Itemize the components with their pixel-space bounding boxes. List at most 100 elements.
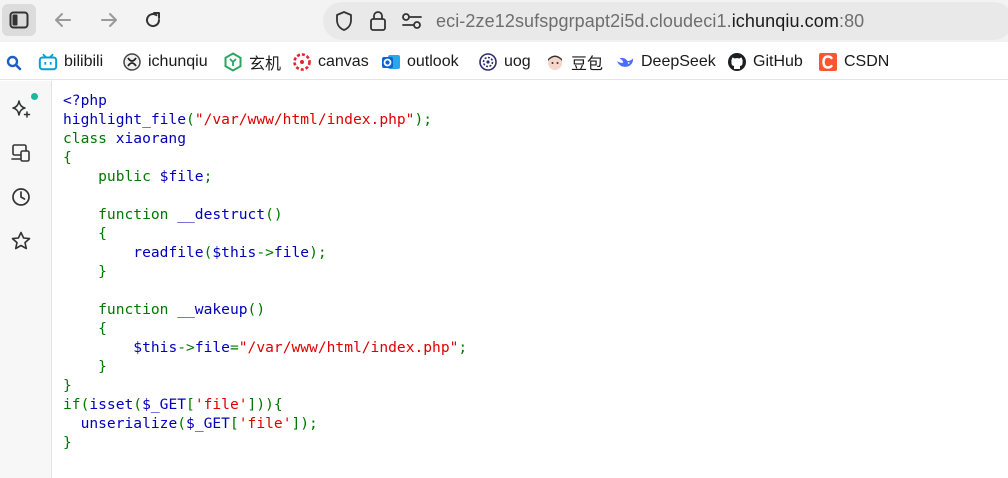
code-token: ( (177, 415, 187, 432)
code-token: "/var/www/html/index.php" (194, 111, 415, 128)
code-line: { (63, 319, 467, 338)
code-token: } (63, 377, 72, 394)
bookmark-ichunqiu[interactable]: ichunqiu (122, 50, 208, 74)
bookmark-label: CSDN (844, 53, 890, 70)
code-line: class xiaorang (63, 129, 467, 148)
php-source-code: <?php highlight_file("/var/www/html/index… (63, 91, 467, 452)
code-line: { (63, 148, 467, 167)
bookmark-label: 豆包 (571, 56, 604, 73)
code-token: } (63, 434, 72, 451)
search-icon[interactable] (5, 54, 23, 72)
code-token: $_GET (186, 415, 230, 432)
code-token: class (63, 130, 116, 147)
url-prefix: eci-2ze12sufspgrpapt2i5d.cloudeci1. (436, 11, 732, 31)
bookmark-github[interactable]: GitHub (727, 50, 803, 74)
synced-tabs-button[interactable] (7, 139, 35, 167)
bookmark-bilibili[interactable]: bilibili (38, 50, 103, 74)
code-line: } (63, 357, 467, 376)
devices-icon (11, 144, 30, 162)
tracking-protection-button[interactable] (332, 9, 356, 33)
bookmark-uog[interactable]: uog (478, 50, 531, 74)
code-token: () (247, 301, 266, 318)
site-permissions-button[interactable] (400, 9, 424, 33)
code-token: $this (133, 339, 178, 356)
code-line: unserialize($_GET['file']); (63, 414, 467, 433)
reload-icon (146, 12, 161, 28)
code-token: <?php (63, 92, 107, 109)
bookmark-label: DeepSeek (641, 53, 716, 70)
bookmark-csdn[interactable]: CSDN (818, 50, 889, 74)
bookmarks-panel-button[interactable] (7, 227, 35, 255)
bookmark-outlook[interactable]: outlook (381, 50, 459, 74)
outlook-icon (381, 52, 401, 72)
site-info-button[interactable] (366, 9, 390, 33)
canvas-icon (292, 52, 312, 72)
notification-dot (31, 93, 38, 100)
code-token: "/var/www/html/index.php" (238, 339, 459, 356)
code-line: $this->file="/var/www/html/index.php"; (63, 338, 467, 357)
code-token: ])){ (247, 396, 283, 413)
code-line: } (63, 262, 467, 281)
code-line: function __wakeup() (63, 300, 467, 319)
reload-button[interactable] (136, 4, 170, 36)
url-port: :80 (838, 11, 865, 31)
bookmarks-bar: bilibili ichunqiu 玄机 canvas outlook uog … (0, 44, 1008, 80)
code-token: -> (177, 339, 195, 356)
side-panel (0, 81, 52, 478)
bookmark-xuanji[interactable]: 玄机 (223, 50, 281, 74)
code-line: } (63, 433, 467, 452)
code-token: [ (229, 415, 239, 432)
code-token: file (194, 339, 230, 356)
code-token: [ (186, 396, 195, 413)
code-token: unserialize (80, 415, 178, 432)
code-token: 'file' (194, 396, 248, 413)
sidebar-toggle-button[interactable] (2, 4, 36, 36)
code-token: $file (159, 168, 204, 185)
code-token: -> (256, 244, 274, 261)
history-button[interactable] (7, 183, 35, 211)
code-token: } (63, 358, 107, 375)
code-token: 'file' (238, 415, 292, 432)
ichunqiu-icon (122, 52, 142, 72)
ai-assistant-button[interactable] (7, 95, 35, 123)
code-token: highlight_file (63, 111, 187, 128)
code-token: function (63, 206, 178, 223)
code-token: file (273, 244, 310, 261)
bookmark-label: GitHub (753, 53, 803, 70)
code-token: public (63, 168, 160, 185)
code-token: () (265, 206, 283, 223)
bookmark-deepseek[interactable]: DeepSeek (615, 50, 716, 74)
address-bar[interactable]: eci-2ze12sufspgrpapt2i5d.cloudeci1.ichun… (323, 2, 1008, 40)
code-token: ( (186, 111, 195, 128)
bookmark-canvas[interactable]: canvas (292, 50, 369, 74)
code-token: xiaorang (115, 130, 187, 147)
bookmark-label: 玄机 (249, 56, 282, 73)
sidebar-icon (9, 11, 29, 29)
shield-icon (336, 11, 352, 31)
bookmark-doubao[interactable]: 豆包 (545, 50, 603, 74)
doubao-icon (545, 52, 565, 72)
forward-button[interactable] (92, 4, 126, 36)
code-token: $_GET (142, 396, 187, 413)
browser-toolbar: eci-2ze12sufspgrpapt2i5d.cloudeci1.ichun… (0, 0, 1008, 42)
code-token: __wakeup (177, 301, 248, 318)
bookmark-label: outlook (407, 53, 459, 70)
code-line: } (63, 376, 467, 395)
code-line: <?php (63, 91, 467, 110)
url-text[interactable]: eci-2ze12sufspgrpapt2i5d.cloudeci1.ichun… (436, 11, 864, 32)
bookmark-label: ichunqiu (148, 53, 208, 70)
uog-icon (478, 52, 498, 72)
sparkle-icon (12, 100, 31, 118)
code-token: ; (203, 168, 213, 185)
xuanji-icon (223, 52, 243, 72)
github-icon (727, 52, 747, 72)
bookmark-label: uog (504, 53, 531, 70)
csdn-icon (818, 52, 838, 72)
code-token: ]); (291, 415, 318, 432)
code-token: readfile (133, 244, 204, 261)
back-button[interactable] (46, 4, 80, 36)
bookmark-label: canvas (318, 53, 369, 70)
